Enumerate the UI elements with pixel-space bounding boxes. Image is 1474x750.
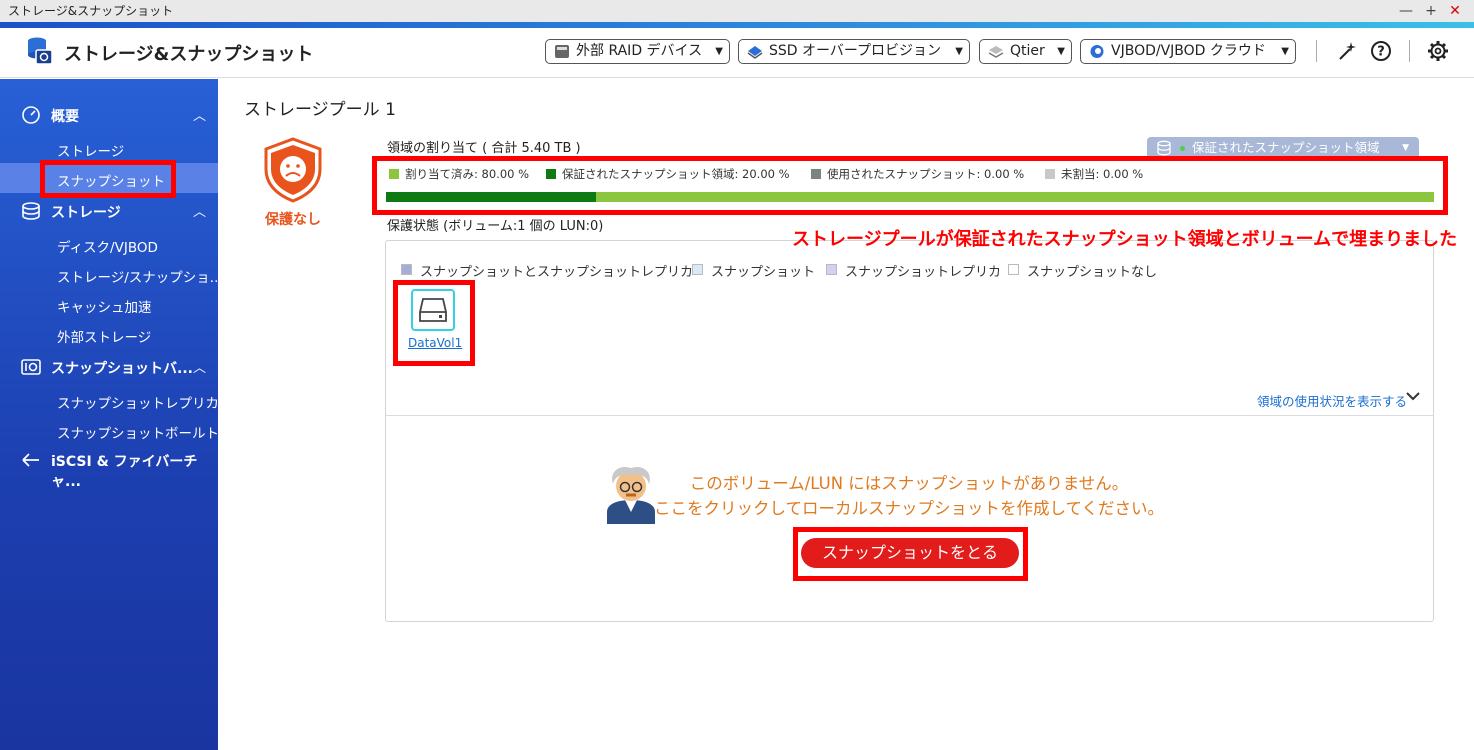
app-header: ストレージ&スナップショット 外部 RAID デバイス ▼ SSD オーバープロ… [0,28,1474,78]
storage-snapshot-logo-icon [28,37,53,65]
chevron-up-icon: ︿ [192,205,206,220]
legend-label: スナップショットなし [1027,265,1158,280]
protection-state-label: 保護状態 (ボリューム:1 個の LUN:0) [387,219,604,234]
annotation-highlight-allocation [372,156,1448,215]
shield-sad-icon [264,137,322,203]
dashboard-icon [22,106,40,124]
sidebar-item-label: ディスク/VJBOD [57,240,158,256]
vjbod-cloud-icon [1090,45,1104,58]
caret-down-icon: ▼ [715,46,723,57]
dropdown-label: SSD オーバープロビジョン [769,43,942,59]
sidebar-item-label: キャッシュ加速 [57,300,152,316]
maximize-button[interactable]: + [1421,0,1441,22]
ssd-icon [747,46,763,59]
sidebar-item-label: 外部ストレージ [57,330,152,346]
sidebar-section-label: ストレージ [51,205,121,221]
chevron-up-icon: ︿ [192,109,206,124]
database-icon [1157,140,1171,156]
sidebar-section-iscsi[interactable]: iSCSI & ファイバーチャ... [0,445,218,490]
sidebar-section-label: iSCSI & ファイバーチャ... [51,454,198,490]
external-raid-dropdown[interactable]: 外部 RAID デバイス ▼ [545,39,730,64]
header-divider [1409,40,1410,62]
legend-label: スナップショットレプリカ [845,265,1002,280]
legend-swatch [1008,264,1019,275]
minimize-button[interactable]: — [1396,0,1416,22]
ssd-overprovision-dropdown[interactable]: SSD オーバープロビジョン ▼ [738,39,970,64]
raid-device-icon [555,45,569,58]
iscsi-icon [22,453,39,467]
qtier-icon [988,46,1004,58]
legend-label: スナップショット [711,265,816,280]
caret-down-icon: ▼ [1057,46,1065,57]
help-icon[interactable]: ? [1370,40,1392,62]
magic-wand-icon[interactable] [1336,40,1358,62]
sidebar-section-storage[interactable]: ストレージ ︿ [0,196,218,226]
qtier-dropdown[interactable]: Qtier ▼ [979,39,1072,64]
database-icon [22,202,40,220]
sidebar-item-label: ストレージ [57,144,125,160]
empty-state-message-1: このボリューム/LUN にはスナップショットがありません。 [689,474,1129,493]
annotation-highlight-volume [393,280,475,366]
sidebar-section-snapshot-backup[interactable]: スナップショットバ... ︿ [0,352,218,382]
status-dot-icon [1180,146,1185,151]
sidebar-item-external-storage[interactable]: 外部ストレージ [0,319,218,349]
page-title: ストレージプール 1 [244,100,396,120]
window-title: ストレージ&スナップショット [8,4,174,18]
sidebar-item-label: スナップショットレプリカ [57,396,217,412]
empty-state-message-2[interactable]: ここをクリックしてローカルスナップショットを作成してください。 [596,495,1222,519]
legend-swatch [826,264,837,275]
caret-down-icon: ▼ [1281,46,1289,57]
annotation-highlight-sidebar [40,160,176,198]
vjbod-cloud-dropdown[interactable]: VJBOD/VJBOD クラウド ▼ [1080,39,1296,64]
caret-down-icon: ▼ [955,46,963,57]
dropdown-label: VJBOD/VJBOD クラウド [1111,43,1266,59]
app-title: ストレージ&スナップショット [64,44,314,65]
sidebar-item-cache-acceleration[interactable]: キャッシュ加速 [0,289,218,319]
sidebar-item-disk-vjbod[interactable]: ディスク/VJBOD [0,229,218,259]
legend-label: スナップショットとスナップショットレプリカ [420,265,694,280]
header-divider [1316,40,1317,62]
window-titlebar: ストレージ&スナップショット — + ✕ [0,0,1474,22]
sidebar-item-storage[interactable]: ストレージ [0,133,218,163]
sidebar-item-label: スナップショットボールト [57,426,217,442]
legend-swatch [692,264,703,275]
show-usage-link[interactable]: 領域の使用状況を表示する [1257,391,1407,410]
sidebar-item-label: ストレージ/スナップショ... [57,270,217,286]
sidebar-item-snapshot-vault[interactable]: スナップショットボールト [0,415,218,445]
panel-divider [386,415,1433,416]
annotation-text: ストレージプールが保証されたスナップショット領域とボリュームで埋まりました [792,229,1458,250]
protection-status-label: 保護なし [265,212,321,228]
sidebar-section-overview[interactable]: 概要 ︿ [0,100,218,130]
close-button[interactable]: ✕ [1445,0,1465,22]
annotation-highlight-button [793,527,1028,581]
sidebar-item-storage-snapshot[interactable]: ストレージ/スナップショ... [0,259,218,289]
sidebar-item-snapshot-replica[interactable]: スナップショットレプリカ [0,385,218,415]
chevron-down-icon[interactable] [1405,389,1421,403]
sidebar-section-label: スナップショットバ... [51,361,193,377]
dropdown-label: Qtier [1010,43,1045,59]
gear-icon[interactable] [1427,40,1449,62]
chevron-up-icon: ︿ [192,361,206,376]
legend-swatch [401,264,412,275]
sidebar-section-label: 概要 [51,109,79,125]
snapshot-backup-icon [21,359,41,375]
dropdown-label: 外部 RAID デバイス [576,43,703,59]
svg-text:?: ? [1377,45,1385,60]
allocation-title: 領域の割り当て ( 合計 5.40 TB ) [387,141,581,156]
